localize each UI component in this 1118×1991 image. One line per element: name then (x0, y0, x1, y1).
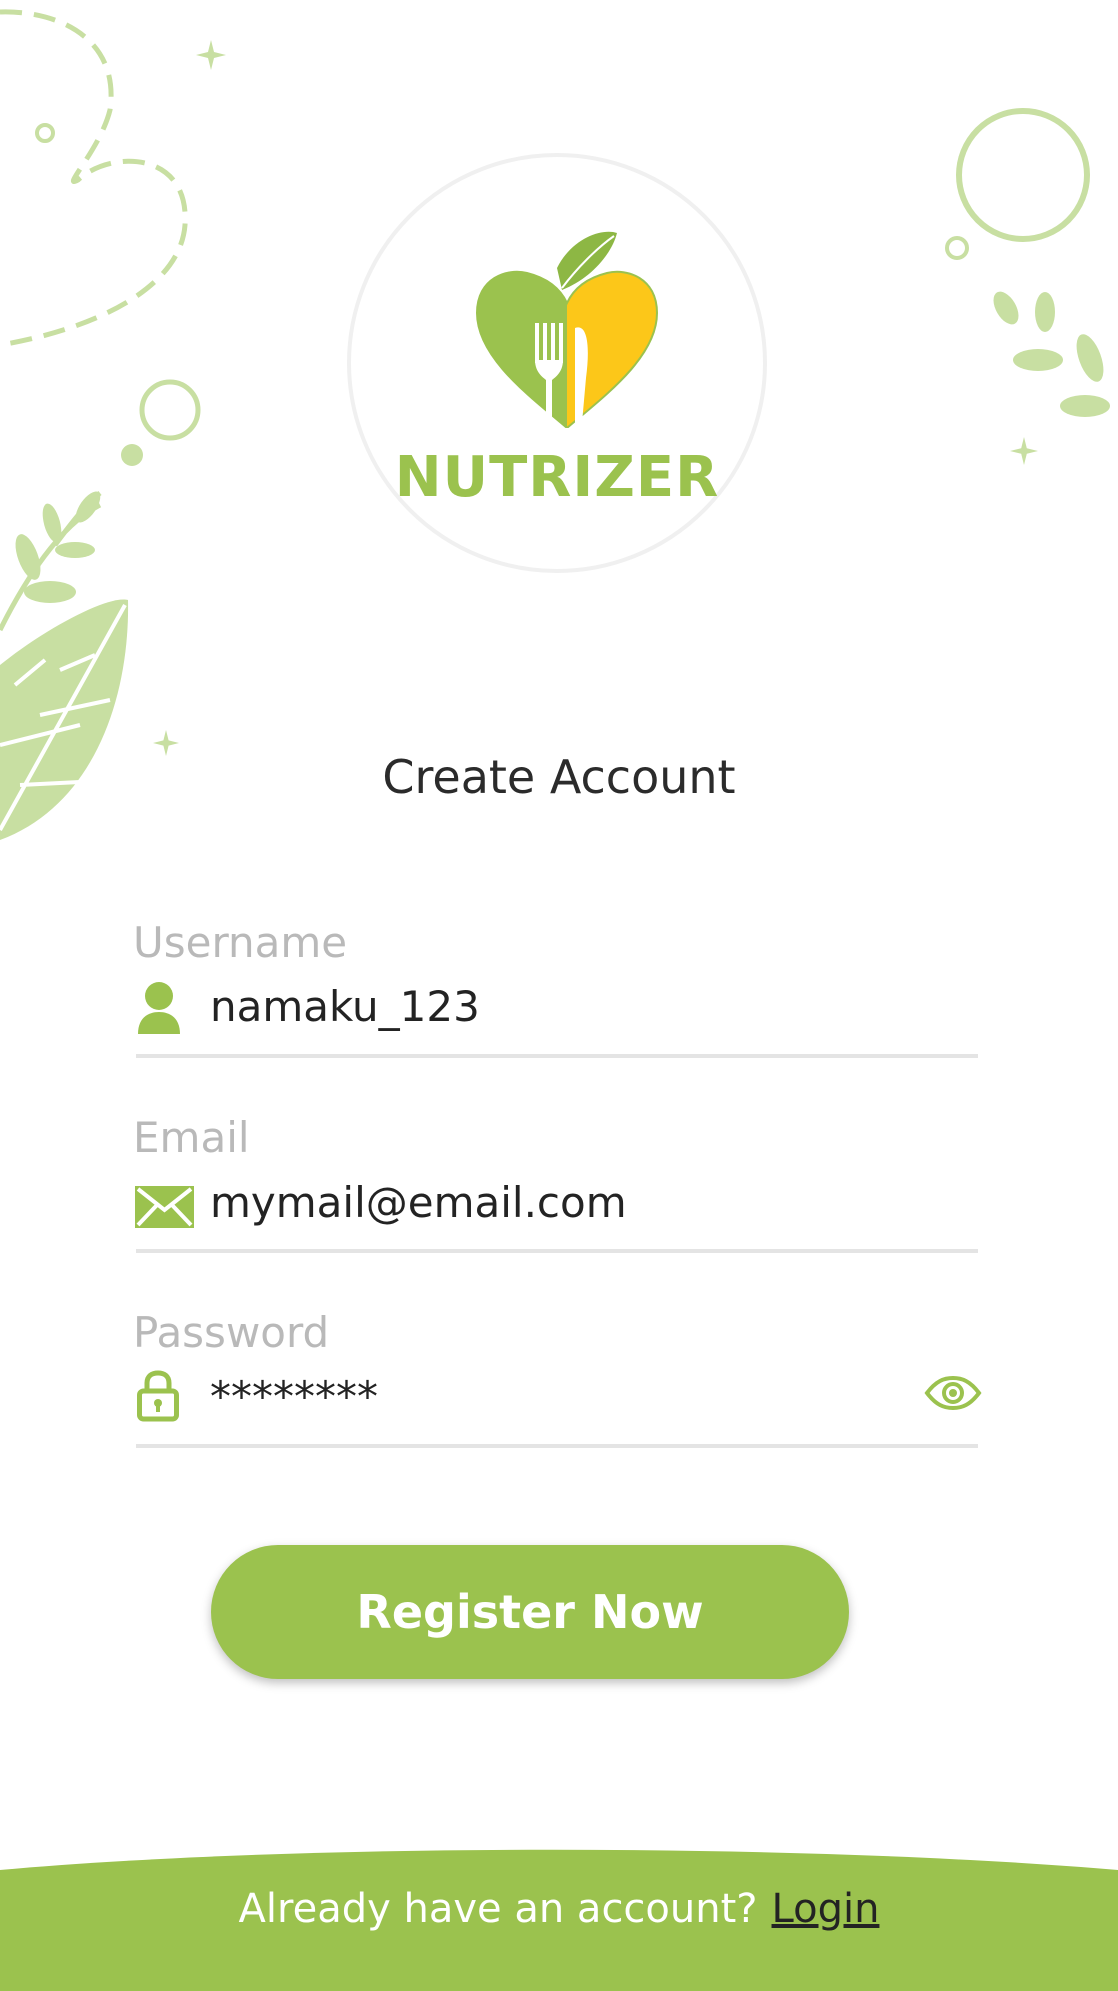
login-link[interactable]: Login (772, 1886, 880, 1932)
brand-name: NUTRIZER (394, 445, 720, 510)
heart-leaf-logo-icon (475, 231, 659, 428)
username-label: Username (133, 918, 348, 967)
footer-login-prompt: Already have an account? Login (0, 1886, 1118, 1932)
username-input[interactable]: namaku_123 (210, 982, 480, 1031)
lock-icon (137, 1370, 179, 1422)
footer-prompt-text: Already have an account? (238, 1886, 758, 1932)
username-underline (136, 1054, 978, 1058)
eye-icon[interactable] (924, 1376, 982, 1410)
decorative-circles (945, 108, 1090, 260)
page-title: Create Account (382, 750, 736, 804)
sparkle-icon (196, 40, 226, 70)
sparkle-icon (1010, 437, 1038, 465)
decorative-dashed-curve (0, 9, 188, 348)
decorative-petals (993, 291, 1110, 417)
email-label: Email (133, 1113, 250, 1162)
user-icon (138, 982, 180, 1034)
password-label: Password (133, 1308, 330, 1357)
password-input[interactable]: ******** (210, 1372, 378, 1421)
email-underline (136, 1249, 978, 1253)
register-button[interactable]: Register Now (211, 1545, 849, 1679)
email-input[interactable]: mymail@email.com (210, 1178, 627, 1227)
mail-icon (135, 1186, 194, 1228)
decorative-circles (121, 379, 201, 466)
password-underline (136, 1444, 978, 1448)
